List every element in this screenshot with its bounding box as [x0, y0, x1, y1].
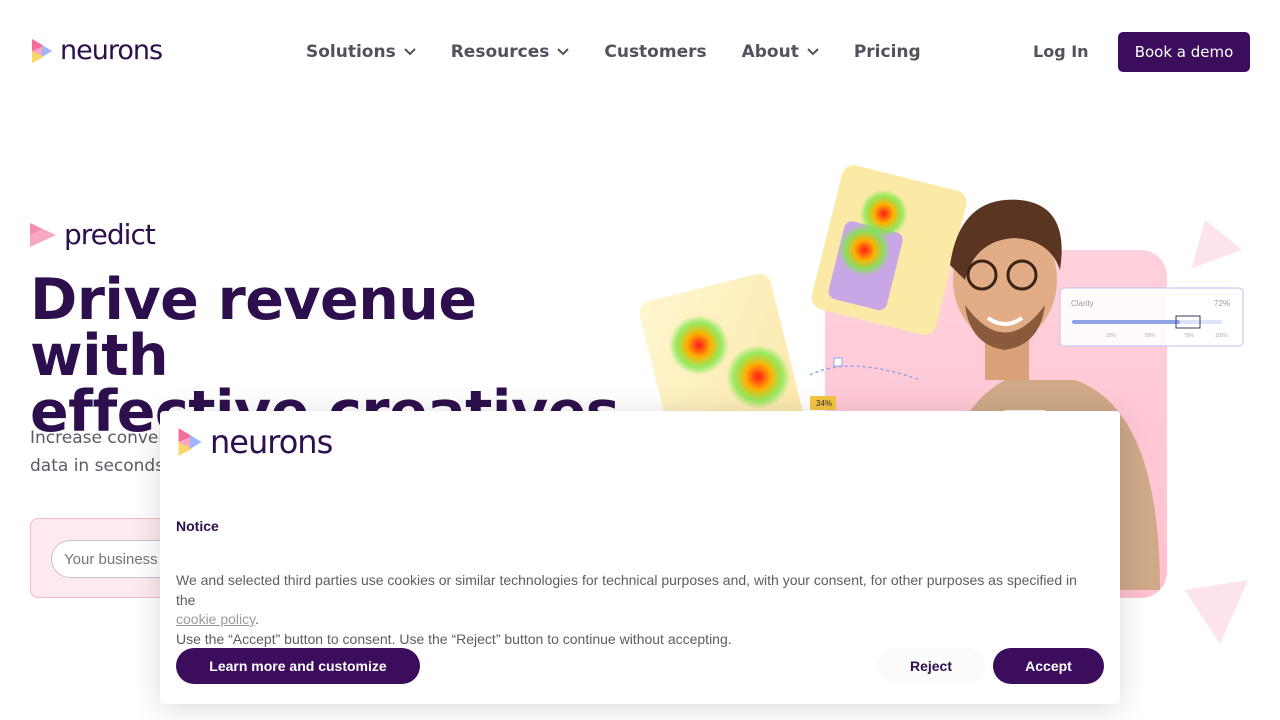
svg-text:25%: 25%	[1106, 333, 1117, 339]
cookie-consent-dialog: neurons Notice We and selected third par…	[160, 411, 1120, 704]
svg-text:50%: 50%	[1145, 333, 1156, 339]
nav-pricing-label: Pricing	[853, 42, 921, 62]
clarity-label: Clarity	[1071, 299, 1094, 308]
reject-button[interactable]: Reject	[877, 648, 985, 684]
nav-resources[interactable]: Resources	[451, 40, 570, 64]
nav-resources-label: Resources	[450, 42, 550, 62]
predict-play-icon	[30, 222, 56, 247]
decor-triangle	[1185, 580, 1248, 644]
learn-more-button[interactable]: Learn more and customize	[176, 648, 420, 684]
nav-solutions[interactable]: Solutions	[306, 40, 416, 64]
predict-product-logo: predict	[30, 218, 156, 251]
notice-text-line1: We and selected third parties use cookie…	[176, 572, 1077, 608]
nav-about[interactable]: About	[742, 40, 819, 64]
main-nav: Solutions Resources Customers About Pric…	[306, 40, 921, 64]
notice-title: Notice	[176, 518, 219, 534]
nav-solutions-label: Solutions	[306, 42, 396, 62]
cookie-dialog-logo: neurons	[176, 423, 333, 461]
nav-about-label: About	[741, 42, 799, 62]
hero-subtitle-line1: Increase conver	[30, 428, 166, 448]
cookie-logo-wordmark: neurons	[210, 423, 333, 461]
cookie-policy-link[interactable]: cookie policy	[176, 611, 255, 627]
notice-text-line2: Use the “Accept” button to consent. Use …	[176, 630, 732, 647]
clarity-value: 72%	[1214, 299, 1230, 308]
chevron-down-icon	[557, 48, 570, 56]
nav-pricing[interactable]: Pricing	[854, 40, 921, 64]
score-badge: 34%	[810, 396, 836, 410]
chevron-down-icon	[807, 48, 819, 56]
neurons-logo[interactable]: neurons	[30, 35, 163, 66]
neurons-logo-icon	[32, 39, 52, 63]
login-link[interactable]: Log In	[1033, 42, 1089, 61]
predict-wordmark: predict	[64, 218, 156, 251]
chevron-down-icon	[404, 48, 416, 56]
hero-subtitle-line2: data in seconds	[30, 456, 165, 476]
nav-customers[interactable]: Customers	[604, 40, 706, 64]
notice-period: .	[255, 611, 260, 627]
site-header: neurons Solutions Resources Customers Ab…	[0, 0, 1280, 104]
svg-text:100%: 100%	[1215, 333, 1228, 339]
logo-wordmark: neurons	[60, 35, 163, 66]
book-demo-button[interactable]: Book a demo	[1118, 32, 1250, 72]
svg-text:34%: 34%	[816, 399, 832, 408]
accept-button[interactable]: Accept	[993, 648, 1104, 684]
nav-customers-label: Customers	[604, 42, 707, 62]
neurons-logo-icon	[178, 428, 202, 456]
notice-body: We and selected third parties use cookie…	[176, 571, 1096, 649]
decor-triangle	[1192, 220, 1242, 268]
hero-title-line1: Drive revenue with	[30, 267, 477, 389]
clarity-widget: Clarity 72% 25% 50% 75% 100%	[1059, 287, 1244, 347]
svg-text:75%: 75%	[1184, 333, 1195, 339]
connector-handle	[833, 357, 843, 367]
